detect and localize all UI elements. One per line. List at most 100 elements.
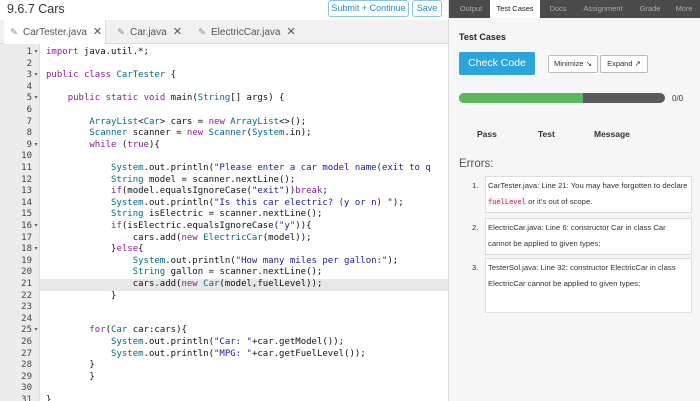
code-line: Scanner scanner = new Scanner(System.in)… [89,128,312,139]
file-tab-bar: ✎ CarTester.java ✕ ✎ Car.java ✕ ✎ ElectricCar… [0,20,448,44]
fold-arrow-icon[interactable]: ▾ [32,93,40,105]
close-icon[interactable]: ✕ [173,26,182,38]
line-number: 18 [21,244,32,255]
line-number: 30 [21,383,32,394]
line-number: 4 [26,81,32,92]
line-number: 2 [26,58,32,69]
close-icon[interactable]: ✕ [93,26,102,38]
tab-grade[interactable]: Grade [632,0,668,18]
code-line: String model = scanner.nextLine(); [111,174,296,185]
line-number: 1 [26,47,32,57]
code-line: public static void main(String[] args) { [67,93,285,104]
line-number: 10 [21,151,32,162]
submit-continue-button[interactable]: Submit + Continue [328,0,409,17]
code-line: } [46,360,95,371]
code-line: } [46,290,117,301]
error-number: 3. [472,263,479,272]
code-line: while (true){ [89,139,160,150]
code-line: String isElectric = scanner.nextLine(); [111,209,323,220]
line-number: 19 [21,255,32,266]
tab-more[interactable]: More [669,0,699,18]
code-line: if(model.equalsIgnoreCase("exit"))break; [111,186,328,197]
line-number: 21 [21,279,32,289]
error-item: 1. CarTester.java: Line 21: You may have… [472,176,692,213]
error-text: CarTester.java: Line 21: You may have fo… [488,181,688,190]
fold-arrow-icon[interactable]: ▾ [32,325,40,337]
tab-test-cases[interactable]: Test Cases [490,0,540,18]
code-line: }else{ [46,244,144,255]
line-number: 3 [26,70,32,81]
code-line: if(isElectric.equalsIgnoreCase("y")){ [111,221,312,231]
fold-arrow-icon[interactable]: ▾ [32,140,40,152]
save-button[interactable]: Save [412,0,442,17]
page-title: 9.6.7 Cars [7,2,65,16]
line-number: 26 [21,337,32,347]
fold-arrow-icon[interactable]: ▾ [32,244,40,256]
tab-docs[interactable]: Docs [542,0,574,18]
column-header-pass: Pass [477,129,497,139]
line-number: 9 [26,139,32,150]
minimize-label: Minimize [554,59,584,68]
expand-label: Expand [607,59,633,68]
code-line: cars.add(new Car(model,fuelLevel)); [46,279,323,289]
minimize-icon: ↘ [585,59,592,68]
code-line: String gallon = scanner.nextLine(); [132,267,323,278]
tab-assignment[interactable]: Assignment [576,0,630,18]
code-line: } [46,371,95,382]
error-item: 2. ElectricCar.java: Line 6: constructor… [472,218,692,255]
code-line: System.out.println("MPG: "+car.getFuelLe… [111,348,366,359]
section-title: Test Cases [459,32,506,42]
code-line: System.out.println("Is this car electric… [111,197,404,208]
minimize-button[interactable]: Minimize ↘ [548,55,598,73]
test-panel: Output Test Cases Docs Assignment Grade … [448,0,700,401]
progress-bar-fill [459,93,583,103]
tab-cartester-java[interactable]: ✎ CarTester.java ✕ [4,20,106,44]
error-item: 3. TesterSol.java: Line 32: constructor … [472,258,692,313]
line-number: 5 [26,93,32,104]
check-code-button[interactable]: Check Code [459,52,535,75]
line-number: 14 [21,197,32,208]
column-header-test: Test [538,129,555,139]
tab-car-java[interactable]: ✎ Car.java ✕ [116,20,196,44]
error-text-post: or it's out of scope. [525,197,593,206]
line-number: 12 [21,174,32,185]
error-number: 1. [472,181,479,190]
tab-output[interactable]: Output [452,0,490,18]
expand-icon: ↗ [634,59,641,68]
code-line: System.out.println("Please enter a car m… [111,163,431,173]
line-number: 20 [21,267,32,278]
line-number: 23 [21,302,32,313]
errors-heading: Errors: [459,158,494,170]
code-line: import java.util.*; [46,47,149,57]
line-number: 11 [21,163,32,173]
expand-button[interactable]: Expand ↗ [600,55,648,73]
column-header-message: Message [594,129,630,139]
line-number: 29 [21,371,32,382]
error-number: 2. [472,223,479,232]
fold-arrow-icon[interactable]: ▾ [32,221,40,233]
file-icon: ✎ [117,27,125,37]
progress-count: 0/0 [672,94,684,103]
code-line: System.out.println("How many miles per g… [132,255,399,266]
line-number: 24 [21,313,32,324]
code-area[interactable]: 1 ▾ 2 3 ▾ 4 5 ▾ 6 7 8 9 ▾ 10 11 12 13 14 15 16 ▾ 17 18 ▾ 19 20 21 2… [0,44,448,401]
line-number: 16 [21,221,32,231]
code-line: cars.add(new ElectricCar(model)); [46,232,312,243]
tab-label: CarTester.java [23,27,87,38]
line-number: 25 [21,325,32,336]
editor-header: 9.6.7 Cars Submit + Continue Save [0,0,448,20]
close-icon[interactable]: ✕ [286,26,295,38]
tab-electriccar-java[interactable]: ✎ ElectricCar.java ✕ [197,20,297,44]
code-line: System.out.println("Car: "+car.getModel(… [111,337,345,347]
fold-arrow-icon[interactable]: ▾ [32,70,40,82]
tab-label: ElectricCar.java [211,27,281,38]
file-icon: ✎ [10,27,18,37]
line-number: 17 [21,232,32,243]
code-line: for(Car car:cars){ [89,325,187,336]
panel-tab-bar: Output Test Cases Docs Assignment Grade … [449,0,700,18]
fold-arrow-icon[interactable]: ▾ [32,47,40,59]
code-line: ArrayList<Car> cars = new ArrayList<>(); [89,116,307,127]
code-editor-pane: 9.6.7 Cars Submit + Continue Save ✎ CarTe… [0,0,448,401]
error-code: fuelLevel [488,198,526,206]
line-number: 13 [21,186,32,197]
